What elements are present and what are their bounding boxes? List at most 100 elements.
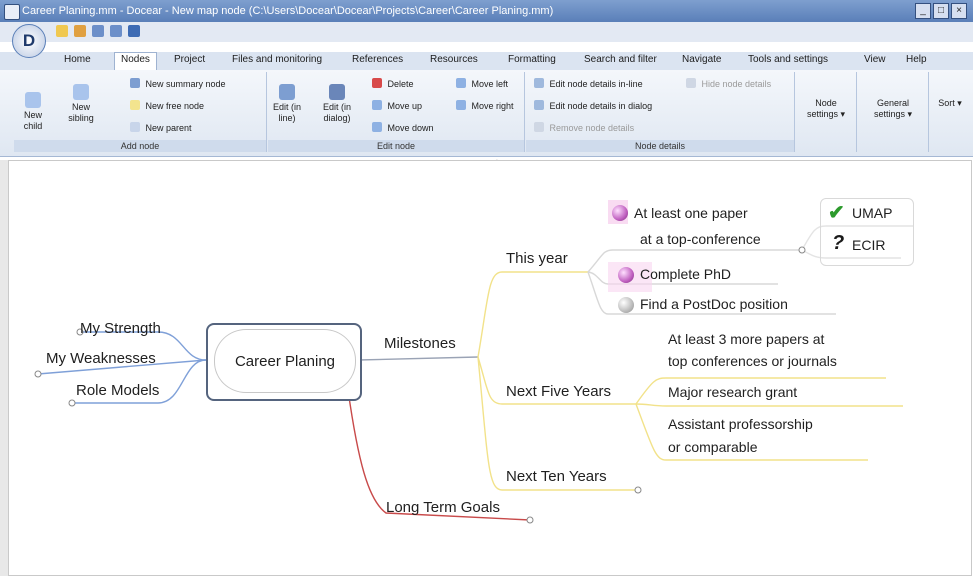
mind-map: Career Planing My Strength My Weaknesses… <box>8 160 970 574</box>
edit-details-dialog-button[interactable]: Edit node details in dialog <box>534 100 652 113</box>
node-my-strength[interactable]: My Strength <box>80 318 161 340</box>
details-dialog-icon <box>534 100 544 110</box>
fold-handle[interactable] <box>634 486 642 494</box>
node-professorship-line2[interactable]: or comparable <box>668 436 758 458</box>
move-left-button[interactable]: Move left <box>456 78 508 91</box>
quick-access-icons <box>56 25 140 37</box>
move-up-button[interactable]: Move up <box>372 100 422 113</box>
node-papers-line2[interactable]: top conferences or journals <box>668 350 837 372</box>
node-postdoc[interactable]: Find a PostDoc position <box>640 293 788 315</box>
fold-handle[interactable] <box>526 516 534 524</box>
node-details-group-label: Node details <box>526 140 794 152</box>
new-parent-button[interactable]: New parent <box>130 122 192 135</box>
central-node[interactable]: Career Planing <box>206 323 362 401</box>
central-node-label: Career Planing <box>214 329 356 393</box>
fold-handle[interactable] <box>798 246 806 254</box>
parent-node-icon <box>130 122 140 132</box>
application-menu-button[interactable]: D <box>12 24 46 58</box>
node-settings-button[interactable]: Node settings ▾ <box>802 98 850 120</box>
chevron-down-icon: ▾ <box>957 98 962 108</box>
tab-references[interactable]: References <box>352 54 403 65</box>
tab-navigate[interactable]: Navigate <box>682 54 721 65</box>
ribbon-tabs: Home Nodes Project Files and monitoring … <box>0 52 973 73</box>
tab-formatting[interactable]: Formatting <box>508 54 556 65</box>
new-free-node-button[interactable]: New free node <box>130 100 204 113</box>
minimize-button[interactable]: _ <box>915 3 931 19</box>
move-right-button[interactable]: Move right <box>456 100 514 113</box>
edit-inline-icon <box>279 84 295 100</box>
fold-handle[interactable] <box>68 399 76 407</box>
title-bar: Career Planing.mm - Docear - New map nod… <box>0 0 973 22</box>
node-details-group: Edit node details in-line Edit node deta… <box>526 72 795 152</box>
node-next-five-years[interactable]: Next Five Years <box>506 381 611 403</box>
tab-resources[interactable]: Resources <box>430 54 478 65</box>
node-papers-line1[interactable]: At least 3 more papers at <box>668 328 824 350</box>
check-icon: ✔ <box>828 202 845 224</box>
redo-icon[interactable] <box>110 25 122 37</box>
node-long-term-goals[interactable]: Long Term Goals <box>386 497 500 519</box>
node-complete-phd[interactable]: Complete PhD <box>640 263 731 285</box>
undo-icon[interactable] <box>92 25 104 37</box>
app-icon <box>4 4 20 20</box>
sort-button[interactable]: Sort ▾ <box>936 98 964 109</box>
delete-icon <box>372 78 382 88</box>
node-settings-group: Node settings ▾ <box>796 72 857 152</box>
node-paper-line1[interactable]: At least one paper <box>634 202 748 224</box>
tab-project[interactable]: Project <box>174 54 205 65</box>
node-this-year[interactable]: This year <box>506 248 568 270</box>
edge-milestones <box>357 356 479 361</box>
new-file-icon[interactable] <box>56 25 68 37</box>
node-ecir[interactable]: ECIR <box>852 234 885 256</box>
delete-button[interactable]: Delete <box>372 78 414 91</box>
side-panel-handle[interactable] <box>0 160 8 576</box>
general-settings-button[interactable]: General settings ▾ <box>866 98 920 120</box>
question-icon: ? <box>832 232 845 254</box>
tab-help[interactable]: Help <box>906 54 927 65</box>
fold-handle[interactable] <box>34 370 42 378</box>
window-title: Career Planing.mm - Docear - New map nod… <box>22 5 554 17</box>
edit-dialog-button[interactable]: Edit (in dialog) <box>318 84 356 124</box>
node-my-weaknesses[interactable]: My Weaknesses <box>46 348 156 370</box>
remove-details-button[interactable]: Remove node details <box>534 122 634 135</box>
hide-details-icon <box>686 78 696 88</box>
close-button[interactable]: × <box>951 3 967 19</box>
priority-bullet-icon <box>618 297 634 313</box>
free-node-icon <box>130 100 140 110</box>
edit-node-group-label: Edit node <box>268 140 524 152</box>
open-file-icon[interactable] <box>74 25 86 37</box>
new-sibling-button[interactable]: New sibling <box>62 84 100 124</box>
summary-node-icon <box>130 78 140 88</box>
node-milestones[interactable]: Milestones <box>384 333 456 355</box>
edge-grant <box>635 403 903 407</box>
new-child-button[interactable]: New child <box>18 92 48 132</box>
node-research-grant[interactable]: Major research grant <box>668 381 797 403</box>
tab-tools-and-settings[interactable]: Tools and settings <box>748 54 828 65</box>
quick-access-toolbar <box>0 22 973 42</box>
tab-view[interactable]: View <box>864 54 886 65</box>
priority-bullet-icon <box>612 205 628 221</box>
tab-search-and-filter[interactable]: Search and filter <box>584 54 657 65</box>
node-paper-line2[interactable]: at a top-conference <box>640 228 761 250</box>
new-child-icon <box>25 92 41 108</box>
node-role-models[interactable]: Role Models <box>76 380 159 402</box>
edit-dialog-icon <box>329 84 345 100</box>
save-icon[interactable] <box>128 25 140 37</box>
new-sibling-icon <box>73 84 89 100</box>
sort-group: Sort ▾ <box>930 72 970 152</box>
tab-home[interactable]: Home <box>64 54 91 65</box>
add-node-group: New child New sibling New summary node N… <box>14 72 267 152</box>
hide-details-button[interactable]: Hide node details <box>686 78 771 91</box>
node-umap[interactable]: UMAP <box>852 202 892 224</box>
chevron-down-icon: ▾ <box>840 109 846 119</box>
ribbon-panel: New child New sibling New summary node N… <box>0 70 973 157</box>
new-summary-node-button[interactable]: New summary node <box>130 78 226 91</box>
edit-details-inline-button[interactable]: Edit node details in-line <box>534 78 643 91</box>
node-professorship-line1[interactable]: Assistant professorship <box>668 413 813 435</box>
tab-files-and-monitoring[interactable]: Files and monitoring <box>232 54 322 65</box>
node-next-ten-years[interactable]: Next Ten Years <box>506 466 607 488</box>
move-right-icon <box>456 100 466 110</box>
maximize-button[interactable]: □ <box>933 3 949 19</box>
edit-inline-button[interactable]: Edit (in line) <box>270 84 304 124</box>
edit-node-group: Edit (in line) Edit (in dialog) Delete M… <box>268 72 525 152</box>
move-down-button[interactable]: Move down <box>372 122 434 135</box>
